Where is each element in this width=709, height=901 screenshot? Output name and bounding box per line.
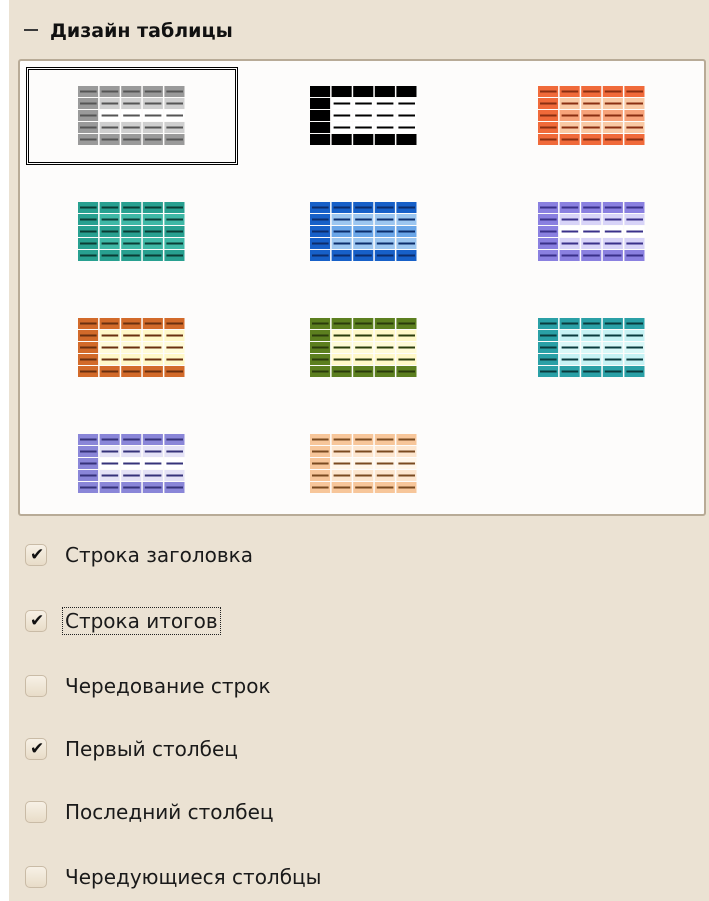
checkbox-unchecked[interactable]: ✔ bbox=[25, 801, 47, 823]
option-row[interactable]: ✔ Первый столбец bbox=[25, 732, 240, 766]
option-row[interactable]: ✔ Последний столбец bbox=[25, 795, 276, 829]
checkbox-checked[interactable]: ✔ bbox=[25, 610, 47, 632]
checkbox-checked[interactable]: ✔ bbox=[25, 738, 47, 760]
table-style-thumbnail-icon bbox=[538, 318, 645, 377]
table-style-thumbnail-icon bbox=[78, 318, 185, 377]
table-style-cyan[interactable] bbox=[486, 299, 698, 397]
table-style-thumbnail-icon bbox=[310, 202, 417, 261]
option-row[interactable]: ✔ Строка итогов bbox=[25, 604, 221, 638]
option-label: Чередование строк bbox=[65, 674, 271, 698]
table-style-thumbnail-icon bbox=[78, 86, 185, 145]
collapse-minus-icon[interactable] bbox=[21, 19, 41, 41]
table-style-thumbnail-icon bbox=[78, 202, 185, 261]
option-label: Чередующиеся столбцы bbox=[65, 865, 322, 889]
table-style-gray[interactable] bbox=[26, 67, 238, 165]
option-label: Строка итогов bbox=[62, 607, 221, 635]
table-style-black[interactable] bbox=[258, 67, 470, 165]
panel-header: Дизайн таблицы bbox=[9, 10, 709, 50]
option-row[interactable]: ✔ Чередование строк bbox=[25, 669, 273, 703]
option-row[interactable]: ✔ Строка заголовка bbox=[25, 538, 255, 572]
checkbox-unchecked[interactable]: ✔ bbox=[25, 675, 47, 697]
table-style-thumbnail-icon bbox=[538, 202, 645, 261]
table-style-thumbnail-icon bbox=[310, 318, 417, 377]
table-style-lavender[interactable] bbox=[486, 183, 698, 281]
checkbox-unchecked[interactable]: ✔ bbox=[25, 866, 47, 888]
table-style-peach[interactable] bbox=[258, 415, 470, 513]
checkbox-checked[interactable]: ✔ bbox=[25, 544, 47, 566]
table-style-periwinkle[interactable] bbox=[26, 415, 238, 513]
table-style-thumbnail-icon bbox=[310, 86, 417, 145]
panel-title: Дизайн таблицы bbox=[50, 20, 233, 42]
table-style-thumbnail-icon bbox=[310, 434, 417, 493]
table-style-blue[interactable] bbox=[258, 183, 470, 281]
table-style-thumbnail-icon bbox=[538, 86, 645, 145]
checkmark-icon: ✔ bbox=[30, 739, 45, 759]
table-styles-grid bbox=[18, 59, 706, 516]
table-style-brown-yellow[interactable] bbox=[26, 299, 238, 397]
option-label: Первый столбец bbox=[65, 737, 238, 761]
option-label: Последний столбец bbox=[65, 800, 274, 824]
option-label: Строка заголовка bbox=[65, 543, 254, 567]
checkmark-icon: ✔ bbox=[30, 611, 45, 631]
table-style-teal[interactable] bbox=[26, 183, 238, 281]
checkmark-icon: ✔ bbox=[30, 545, 45, 565]
table-style-green[interactable] bbox=[258, 299, 470, 397]
table-style-orange-red[interactable] bbox=[486, 67, 698, 165]
table-design-panel: Дизайн таблицы ✔ Строка заголовка ✔ Строка … bbox=[9, 0, 709, 901]
option-row[interactable]: ✔ Чередующиеся столбцы bbox=[25, 860, 323, 894]
table-style-thumbnail-icon bbox=[78, 434, 185, 493]
